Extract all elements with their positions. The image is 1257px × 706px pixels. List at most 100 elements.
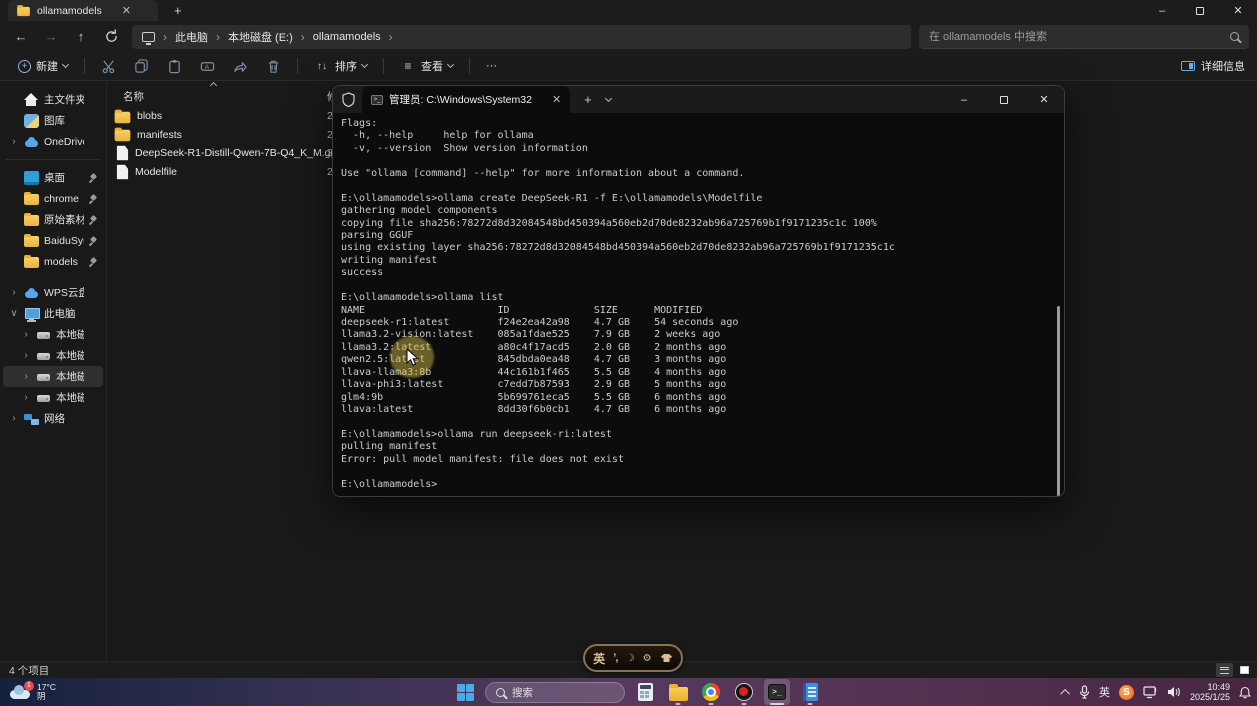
up-button[interactable]: ↑ [68, 25, 94, 49]
terminal-maximize-button[interactable] [984, 86, 1024, 113]
terminal-app-button[interactable]: >_ [764, 679, 790, 705]
new-tab-button[interactable]: + [174, 3, 182, 18]
delete-button[interactable] [258, 55, 289, 78]
breadcrumb[interactable]: › 此电脑 › 本地磁盘 (E:) › ollamamodels › [132, 25, 911, 49]
ime-language-mode[interactable]: 英 [593, 650, 605, 667]
view-icon: ≡ [400, 59, 416, 73]
minimize-button[interactable]: – [1143, 0, 1181, 21]
sogou-icon[interactable]: S [1119, 685, 1134, 700]
sidebar-item[interactable]: chrome [3, 188, 103, 209]
paste-button[interactable] [159, 55, 190, 78]
terminal-scrollbar[interactable] [1057, 306, 1060, 497]
hidden-icons-chevron[interactable] [1060, 688, 1070, 698]
file-explorer-app-button[interactable] [665, 679, 691, 705]
expand-chevron-icon[interactable]: › [9, 413, 19, 424]
notepad-app-button[interactable] [797, 679, 823, 705]
terminal-new-tab-button[interactable]: + [584, 92, 592, 107]
explorer-tab-title: ollamamodels [37, 5, 102, 17]
terminal-lines: Flags: -h, --help help for ollama -v, --… [341, 118, 1064, 491]
terminal-tab-close-icon[interactable]: ✕ [552, 93, 561, 106]
sidebar-item[interactable]: › 本地磁盘 (F:) [3, 387, 103, 408]
rename-button[interactable]: A [192, 55, 223, 78]
ime-punctuation-icon[interactable]: ’, [613, 652, 617, 664]
system-tray: 英 S 10:49 2025/1/25 [1063, 678, 1251, 706]
tray-ime-indicator[interactable]: 英 [1099, 684, 1110, 700]
sidebar-item[interactable]: › OneDrive [3, 131, 103, 152]
calculator-app-button[interactable] [632, 679, 658, 705]
expand-chevron-icon[interactable]: › [21, 392, 31, 403]
more-options-button[interactable]: ··· [478, 56, 505, 76]
sidebar-item-icon [24, 194, 39, 205]
sidebar-item[interactable]: › 本地磁盘 (C:) [3, 324, 103, 345]
explorer-tab[interactable]: ollamamodels ✕ [8, 0, 158, 21]
breadcrumb-drive-e[interactable]: 本地磁盘 (E:) [228, 29, 293, 45]
notification-bell-icon[interactable] [1239, 686, 1251, 699]
close-button[interactable]: ✕ [1219, 0, 1257, 21]
sidebar-item[interactable]: 图库 [3, 110, 103, 131]
share-button[interactable] [225, 55, 256, 78]
expand-chevron-icon[interactable]: › [21, 371, 31, 382]
expand-chevron-icon[interactable]: ∨ [9, 308, 19, 319]
view-button-label: 查看 [421, 58, 443, 74]
maximize-button[interactable] [1181, 0, 1219, 21]
terminal-line [341, 155, 1064, 167]
sort-icon: ↑↓ [314, 61, 330, 72]
terminal-tab[interactable]: >_ 管理员: C:\Windows\System32 ✕ [362, 86, 570, 113]
record-app-button[interactable] [731, 679, 757, 705]
terminal-output[interactable]: Flags: -h, --help help for ollama -v, --… [333, 113, 1064, 496]
thumbnail-view-toggle[interactable] [1236, 663, 1253, 677]
ime-toolbar[interactable]: 英 ’, ☽ ⚙ [583, 644, 683, 672]
sidebar-item-icon [24, 135, 39, 149]
list-view-toggle[interactable] [1216, 663, 1233, 677]
sort-button[interactable]: ↑↓ 排序 [306, 54, 375, 78]
speaker-icon[interactable] [1167, 686, 1181, 698]
sidebar-item[interactable]: 主文件夹 [3, 89, 103, 110]
refresh-button[interactable] [98, 25, 124, 49]
forward-button[interactable]: → [38, 25, 64, 49]
expand-chevron-icon[interactable]: › [9, 136, 19, 147]
view-button[interactable]: ≡ 查看 [392, 54, 461, 78]
details-pane-button[interactable]: 详细信息 [1181, 58, 1245, 74]
tab-close-icon[interactable]: ✕ [122, 4, 131, 17]
ime-moon-icon[interactable]: ☽ [626, 653, 635, 664]
sidebar-item[interactable]: BaiduSyncdisk [3, 230, 103, 251]
weather-widget[interactable]: 1 17°C 阴 [0, 683, 150, 702]
terminal-title-bar[interactable]: >_ 管理员: C:\Windows\System32 ✕ + – ✕ [333, 86, 1064, 113]
back-button[interactable]: ← [8, 25, 34, 49]
terminal-line: Use "ollama [command] --help" for more i… [341, 168, 1064, 180]
pin-icon [89, 257, 99, 267]
cut-button[interactable] [93, 55, 124, 78]
breadcrumb-current-folder[interactable]: ollamamodels [313, 31, 381, 43]
sidebar-item-label: 本地磁盘 (E:) [56, 369, 84, 384]
ime-skin-icon[interactable] [660, 653, 673, 663]
start-button[interactable] [452, 679, 478, 705]
terminal-dropdown-icon[interactable] [605, 94, 612, 101]
taskbar-search[interactable]: 搜索 [485, 682, 625, 703]
terminal-minimize-button[interactable]: – [944, 86, 984, 113]
chrome-icon [702, 683, 720, 701]
sidebar-item[interactable]: › 本地磁盘 (E:) [3, 366, 103, 387]
sidebar-item[interactable]: › 本地磁盘 (D:) [3, 345, 103, 366]
sidebar-item[interactable]: › WPS云盘 [3, 282, 103, 303]
search-input[interactable]: 在 ollamamodels 中搜索 [919, 25, 1249, 49]
expand-chevron-icon[interactable]: › [9, 287, 19, 298]
network-display-icon[interactable] [1143, 686, 1158, 699]
breadcrumb-this-pc[interactable]: 此电脑 [175, 29, 208, 45]
sidebar-item[interactable]: ∨ 此电脑 [3, 303, 103, 324]
terminal-line: success [341, 267, 1064, 279]
sidebar-item[interactable]: models [3, 251, 103, 272]
ime-settings-gear-icon[interactable]: ⚙ [643, 653, 652, 664]
chrome-app-button[interactable] [698, 679, 724, 705]
copy-button[interactable] [126, 55, 157, 78]
sidebar-item[interactable]: › 网络 [3, 408, 103, 429]
microphone-icon[interactable] [1079, 685, 1090, 699]
terminal-close-button[interactable]: ✕ [1024, 86, 1064, 113]
new-button[interactable]: + 新建 [10, 54, 76, 78]
sidebar-item[interactable]: 桌面 [3, 167, 103, 188]
name-column-header[interactable]: 名称 [107, 89, 144, 104]
file-name: DeepSeek-R1-Distill-Qwen-7B-Q4_K_M.gguf [135, 147, 345, 159]
clock[interactable]: 10:49 2025/1/25 [1190, 682, 1230, 702]
sidebar-item[interactable]: 原始素材 [3, 209, 103, 230]
expand-chevron-icon[interactable]: › [21, 329, 31, 340]
expand-chevron-icon[interactable]: › [21, 350, 31, 361]
